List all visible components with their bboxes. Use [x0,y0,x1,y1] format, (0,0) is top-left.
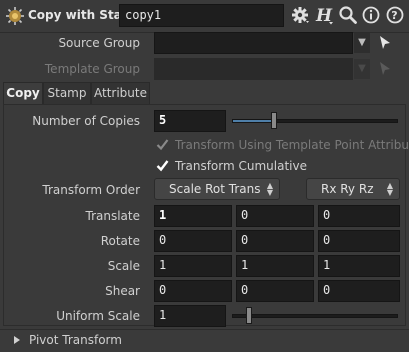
scale-x[interactable]: 1 [154,255,232,277]
pivot-transform-label: Pivot Transform [29,333,122,347]
transform-cumulative-label: Transform Cumulative [175,159,307,173]
help-h-icon[interactable]: H [313,4,335,26]
rotation-order-select[interactable]: Rx Ry Rz ▲ ▼ [306,178,400,200]
template-group-label: Template Group [44,62,140,76]
num-copies-input[interactable]: 5 [154,110,226,132]
gear-icon[interactable] [289,4,311,26]
updown-arrows-icon: ▲ ▼ [386,181,393,197]
transform-order-label: Transform Order [42,183,140,197]
transform-order-select[interactable]: Scale Rot Trans ▲ ▼ [154,178,280,200]
transform-order-value: Scale Rot Trans [169,182,261,196]
select-arrow-icon[interactable] [378,35,392,51]
num-copies-slider-fill [233,120,274,122]
num-copies-slider-knob[interactable] [271,112,277,129]
uniform-scale-slider-knob[interactable] [246,307,252,324]
question-icon[interactable]: ? [384,4,406,26]
search-icon[interactable] [337,4,359,26]
updown-arrows-icon: ▲ ▼ [266,181,273,197]
scale-y[interactable]: 1 [236,255,314,277]
transform-template-checkbox [156,139,169,151]
rotate-y[interactable]: 0 [236,230,314,252]
tab-copy[interactable]: Copy [3,82,43,105]
uniform-scale-slider[interactable] [232,314,398,318]
scale-label: Scale [107,259,140,273]
source-group-input[interactable] [154,32,353,54]
select-arrow-icon-disabled [380,62,390,75]
source-group-dropdown[interactable]: ▼ [354,33,370,53]
transform-template-label: Transform Using Template Point Attribute… [175,138,409,152]
rotation-order-value: Rx Ry Rz [321,182,374,196]
source-group-label: Source Group [58,36,140,50]
uniform-scale-input[interactable]: 1 [154,305,226,327]
expand-triangle-icon[interactable] [13,335,21,345]
translate-y[interactable]: 0 [236,205,314,227]
translate-label: Translate [85,209,141,223]
tab-stamp[interactable]: Stamp [43,82,91,104]
info-icon[interactable] [360,4,382,26]
tab-attribute[interactable]: Attribute [91,82,150,104]
shear-label: Shear [105,284,140,298]
translate-z[interactable]: 0 [318,205,400,227]
rotate-z[interactable]: 0 [318,230,400,252]
num-copies-label: Number of Copies [32,114,140,128]
template-group-input [154,58,353,80]
uniform-scale-label: Uniform Scale [56,309,140,323]
shear-x[interactable]: 0 [154,280,232,302]
scale-z[interactable]: 1 [318,255,400,277]
svg-text:?: ? [391,9,397,22]
copy-stamp-node-icon [6,7,24,25]
template-group-dropdown: ▼ [354,59,370,79]
transform-cumulative-checkbox[interactable] [156,159,169,172]
shear-y[interactable]: 0 [236,280,314,302]
shear-z[interactable]: 0 [318,280,400,302]
rotate-x[interactable]: 0 [154,230,232,252]
rotate-label: Rotate [100,234,140,248]
translate-x[interactable]: 1 [154,205,232,227]
node-name-field[interactable]: copy1 [119,4,284,27]
